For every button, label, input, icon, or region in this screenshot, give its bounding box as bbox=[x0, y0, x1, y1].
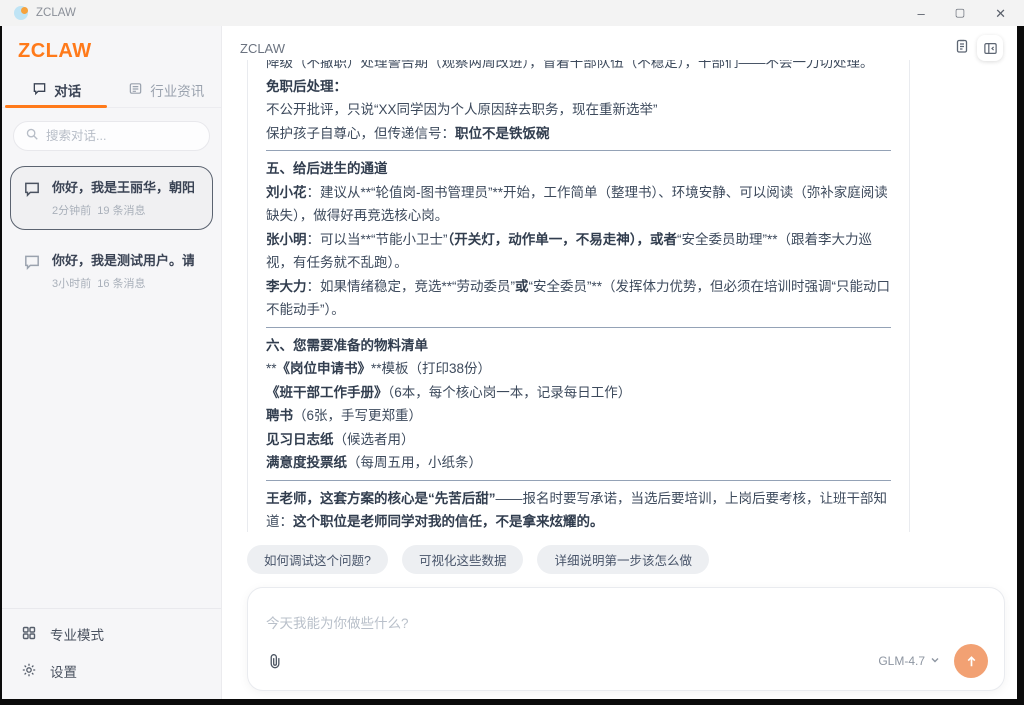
sidebar-footer: 专业模式 设置 bbox=[2, 608, 221, 699]
sidebar: ZCLAW 对话 行业资讯 bbox=[2, 26, 222, 699]
message-line: **《岗位申请书》**模板（打印38份） bbox=[266, 357, 891, 381]
message-line: 不公开批评，只说“XX同学因为个人原因辞去职务，现在重新选举” bbox=[266, 98, 891, 122]
sidebar-tabs: 对话 行业资讯 bbox=[2, 73, 221, 108]
close-button[interactable]: ✕ bbox=[995, 7, 1006, 20]
grid-icon bbox=[21, 625, 37, 644]
conversation-meta: 3小时前 16 条消息 bbox=[52, 275, 194, 291]
conversation-item[interactable]: 你好，我是测试用户。请确... 3小时前 16 条消息 bbox=[10, 239, 213, 303]
pro-mode-button[interactable]: 专业模式 bbox=[21, 624, 202, 644]
conversation-list: 你好，我是王丽华，朝阳区... 2分钟前 19 条消息 你好，我是测试用户。请确… bbox=[2, 157, 221, 312]
conversation-header-title: ZCLAW bbox=[240, 41, 285, 56]
titlebar: ZCLAW – ▢ ✕ bbox=[0, 0, 1024, 26]
chevron-down-icon bbox=[930, 654, 940, 668]
suggestion-chip[interactable]: 详细说明第一步该怎么做 bbox=[537, 545, 709, 574]
model-selector[interactable]: GLM-4.7 bbox=[878, 654, 940, 668]
send-button[interactable] bbox=[954, 644, 988, 678]
panel-toggle-button[interactable] bbox=[977, 35, 1003, 61]
tab-chat[interactable]: 对话 bbox=[2, 73, 112, 107]
search-icon bbox=[25, 127, 39, 146]
sidebar-spacer bbox=[2, 312, 221, 608]
conversation-meta: 2分钟前 19 条消息 bbox=[52, 202, 194, 218]
message-line: 王老师，这套方案的核心是“先苦后甜”——报名时要写承诺，当选后要培训，上岗后要考… bbox=[266, 487, 891, 533]
conversation-item[interactable]: 你好，我是王丽华，朝阳区... 2分钟前 19 条消息 bbox=[10, 166, 213, 230]
tab-industry-news[interactable]: 行业资讯 bbox=[112, 73, 222, 107]
suggestion-chip[interactable]: 如何调试这个问题? bbox=[247, 545, 388, 574]
titlebar-app-name: ZCLAW bbox=[36, 7, 76, 19]
composer: GLM-4.7 bbox=[247, 587, 1005, 691]
chat-bubble-icon bbox=[32, 81, 47, 99]
suggestion-chip[interactable]: 可视化这些数据 bbox=[402, 545, 524, 574]
message-line: 满意度投票纸（每周五用，小纸条） bbox=[266, 451, 891, 475]
search-box[interactable] bbox=[13, 121, 210, 151]
settings-button[interactable]: 设置 bbox=[21, 661, 202, 681]
search-input[interactable] bbox=[46, 129, 198, 143]
tab-chat-label: 对话 bbox=[54, 80, 81, 100]
settings-label: 设置 bbox=[50, 661, 77, 681]
conversation-title: 你好，我是测试用户。请确... bbox=[52, 250, 194, 269]
message-line: 《班干部工作手册》（6本，每个核心岗一本，记录每日工作） bbox=[266, 381, 891, 405]
message-line: 见习日志纸（候选者用） bbox=[266, 428, 891, 452]
app-logo-icon bbox=[14, 6, 28, 20]
news-icon bbox=[128, 81, 143, 99]
divider bbox=[266, 480, 891, 481]
message-scroll-area[interactable]: 降级（不撤职）处理警告期（观察两周改进），冒着干部队伍（不稳定），干部们——不会… bbox=[222, 60, 1017, 532]
brand-logo: ZCLAW bbox=[2, 26, 221, 73]
chat-bubble-icon bbox=[23, 180, 41, 218]
message-line: 李大力：如果情绪稳定，竞选**“劳动委员”或“安全委员”**（发挥体力优势，但必… bbox=[266, 275, 891, 322]
divider bbox=[266, 150, 891, 151]
minimize-button[interactable]: – bbox=[917, 7, 924, 20]
suggestion-chips: 如何调试这个问题? 可视化这些数据 详细说明第一步该怎么做 bbox=[247, 545, 1017, 574]
model-label: GLM-4.7 bbox=[878, 654, 925, 668]
message-input[interactable] bbox=[266, 602, 988, 644]
maximize-button[interactable]: ▢ bbox=[955, 8, 965, 19]
app-window: ZCLAW – ▢ ✕ ZCLAW 对话 bbox=[0, 0, 1024, 705]
message-line: 免职后处理： bbox=[266, 75, 891, 99]
message-line: 六、您需要准备的物料清单 bbox=[266, 334, 891, 358]
tab-industry-news-label: 行业资讯 bbox=[150, 80, 204, 100]
assistant-message: 降级（不撤职）处理警告期（观察两周改进），冒着干部队伍（不稳定），干部们——不会… bbox=[247, 60, 910, 532]
pro-mode-label: 专业模式 bbox=[50, 624, 104, 644]
message-line: 五、给后进生的通道 bbox=[266, 157, 891, 181]
message-line: 刘小花：建议从**“轮值岗-图书管理员”**开始，工作简单（整理书）、环境安静、… bbox=[266, 181, 891, 228]
attachment-icon[interactable] bbox=[266, 652, 285, 671]
divider bbox=[266, 327, 891, 328]
conversation-title: 你好，我是王丽华，朝阳区... bbox=[52, 177, 194, 196]
gear-icon bbox=[21, 662, 37, 681]
clipboard-icon[interactable] bbox=[954, 38, 970, 59]
message-line: 保护孩子自尊心，但传递信号：职位不是铁饭碗 bbox=[266, 122, 891, 146]
main-area: ZCLAW 降级（不撤职）处理警告期（观察两周改进），冒着干部队伍（不稳定），干… bbox=[222, 26, 1017, 699]
chat-bubble-icon bbox=[23, 253, 41, 291]
message-line: 聘书（6张，手写更郑重） bbox=[266, 404, 891, 428]
message-line: 张小明：可以当**“节能小卫士”（开关灯，动作单一，不易走神），或者“安全委员助… bbox=[266, 228, 891, 275]
message-line: 降级（不撤职）处理警告期（观察两周改进），冒着干部队伍（不稳定），干部们——不会… bbox=[266, 60, 891, 75]
message-body: 降级（不撤职）处理警告期（观察两周改进），冒着干部队伍（不稳定），干部们——不会… bbox=[266, 60, 891, 532]
main-header: ZCLAW bbox=[222, 26, 1017, 60]
